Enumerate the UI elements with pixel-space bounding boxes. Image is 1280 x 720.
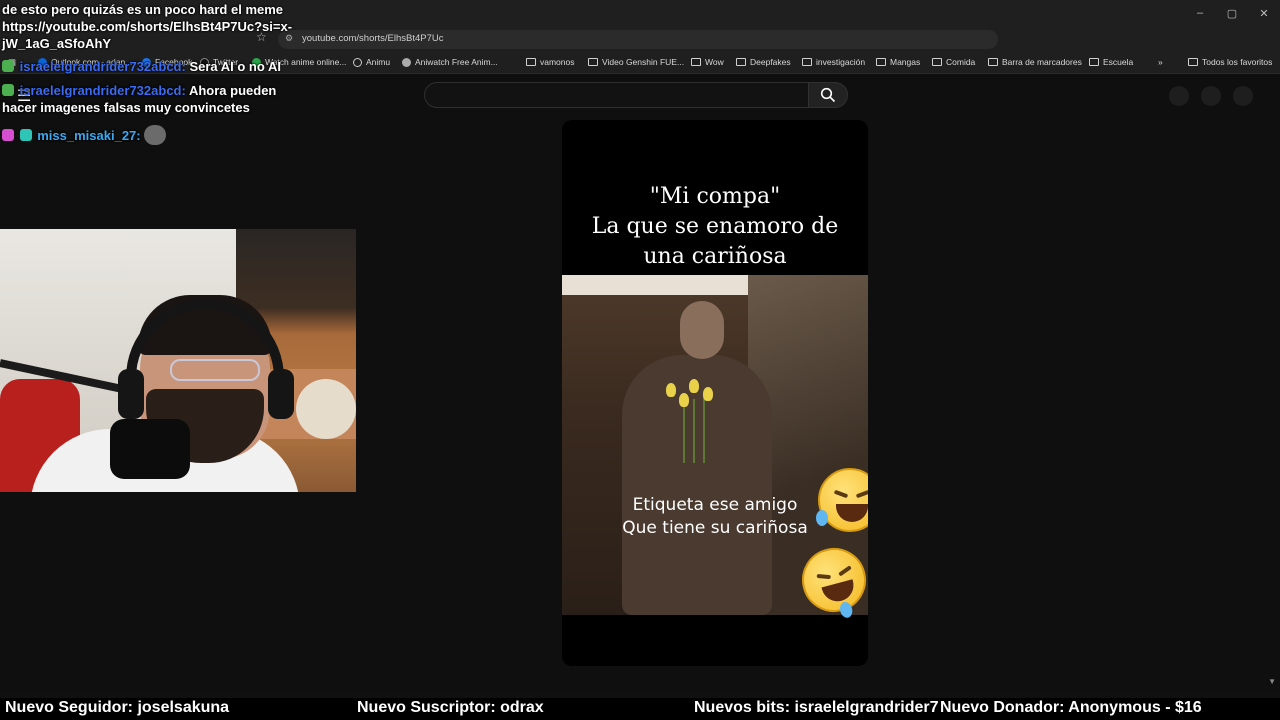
minimize-button[interactable]: – <box>1184 0 1216 26</box>
bookmark-mangas[interactable]: Mangas <box>876 57 920 67</box>
bookmark-video-genshin[interactable]: Video Genshin FUE... <box>588 57 684 67</box>
folder-icon <box>588 58 598 66</box>
bookmark-wow[interactable]: Wow <box>691 57 724 67</box>
chat-username: israelelgrandrider732abcd: <box>19 83 186 98</box>
bookmark-vamonos[interactable]: vamonos <box>526 57 575 67</box>
ticker-donor: Nuevo Donador: Anonymous - $16 <box>938 699 1202 717</box>
globe-icon <box>353 57 362 67</box>
scroll-down-icon[interactable]: ▼ <box>1268 677 1276 686</box>
video-caption: Etiqueta ese amigo Que tiene su cariñosa <box>622 495 808 538</box>
short-title-line: una cariñosa <box>643 244 787 269</box>
bookmark-comida[interactable]: Comida <box>932 57 975 67</box>
folder-icon <box>802 58 812 66</box>
gem-badge-icon <box>19 129 32 141</box>
folder-icon <box>1089 58 1099 66</box>
tulip-icon <box>703 387 713 401</box>
taskbar <box>0 690 1280 698</box>
chat-badge-icon <box>2 60 14 72</box>
tulip-icon <box>666 383 676 397</box>
chat-username: miss_misaki_27: <box>37 128 141 143</box>
all-favorites[interactable]: Todos los favoritos <box>1188 57 1272 67</box>
folder-icon <box>526 58 536 66</box>
short-title-line: La que se enamoro de <box>591 214 839 239</box>
folder-icon <box>736 58 746 66</box>
chat-message: miss_misaki_27: <box>2 125 168 145</box>
short-title-line: "Mi compa" <box>649 184 781 209</box>
subscriber-badge-icon <box>2 129 14 141</box>
window-controls: – ▢ ✕ <box>1184 0 1280 26</box>
chat-text: Ahora pueden <box>188 83 277 98</box>
tulip-icon <box>689 379 699 393</box>
search-button[interactable] <box>808 82 848 108</box>
tulip-icon <box>679 393 689 407</box>
ticker-follower: Nuevo Seguidor: joselsakuna <box>5 699 230 716</box>
laughing-emoji-icon <box>816 468 868 532</box>
more-bookmarks-icon[interactable]: » <box>1158 57 1163 67</box>
url-field[interactable]: ⚙ youtube.com/shorts/ElhsBt4P7Uc <box>278 30 998 49</box>
folder-icon <box>988 58 998 66</box>
webcam-overlay <box>0 229 356 492</box>
chat-message: hacer imagenes falsas muy convincetes <box>2 100 250 115</box>
bookmark-deepfakes[interactable]: Deepfakes <box>736 57 791 67</box>
search-icon <box>820 87 836 103</box>
chat-message: israelelgrandrider732abcd: Sera AI o no … <box>2 59 281 74</box>
bookmark-aniwatch[interactable]: Aniwatch Free Anim... <box>402 57 498 67</box>
emote-icon <box>144 125 167 145</box>
notifications-icon[interactable] <box>1201 86 1221 106</box>
bookmark-animu[interactable]: Animu <box>353 57 390 67</box>
bookmark-barra-de-marcadores[interactable]: Barra de marcadores <box>988 57 1082 67</box>
chat-message: jW_1aG_aSfoAhY <box>2 36 112 51</box>
short-video-player[interactable]: "Mi compa" La que se enamoro de una cari… <box>562 120 868 666</box>
chat-badge-icon <box>2 84 14 96</box>
search-input[interactable] <box>424 82 810 108</box>
chat-message: https://youtube.com/shorts/ElhsBt4P7Uc?s… <box>2 19 293 34</box>
bookmark-escuela[interactable]: Escuela <box>1089 57 1133 67</box>
folder-icon <box>691 58 701 66</box>
short-title: "Mi compa" La que se enamoro de una cari… <box>562 182 868 272</box>
folder-icon <box>1188 58 1198 66</box>
maximize-button[interactable]: ▢ <box>1216 0 1248 26</box>
aniwatch-icon <box>402 57 411 67</box>
chat-text: Sera AI o no AI <box>189 59 281 74</box>
chat-message: de esto pero quizás es un poco hard el m… <box>2 2 284 17</box>
close-button[interactable]: ✕ <box>1248 0 1280 26</box>
chat-username: israelelgrandrider732abcd: <box>19 59 186 74</box>
alerts-ticker: Nuevo Seguidor: joselsakuna Nuevo Suscri… <box>0 698 1280 720</box>
ticker-subscriber: Nuevo Suscriptor: odrax <box>357 699 544 716</box>
bookmark-investigacion[interactable]: investigación <box>802 57 865 67</box>
url-text[interactable]: youtube.com/shorts/ElhsBt4P7Uc <box>302 33 444 44</box>
chat-message: israelelgrandrider732abcd: Ahora pueden <box>2 83 276 98</box>
folder-icon <box>876 58 886 66</box>
avatar[interactable] <box>1233 86 1253 106</box>
create-icon[interactable] <box>1169 86 1189 106</box>
site-info-icon[interactable]: ⚙ <box>285 33 293 44</box>
folder-icon <box>932 58 942 66</box>
